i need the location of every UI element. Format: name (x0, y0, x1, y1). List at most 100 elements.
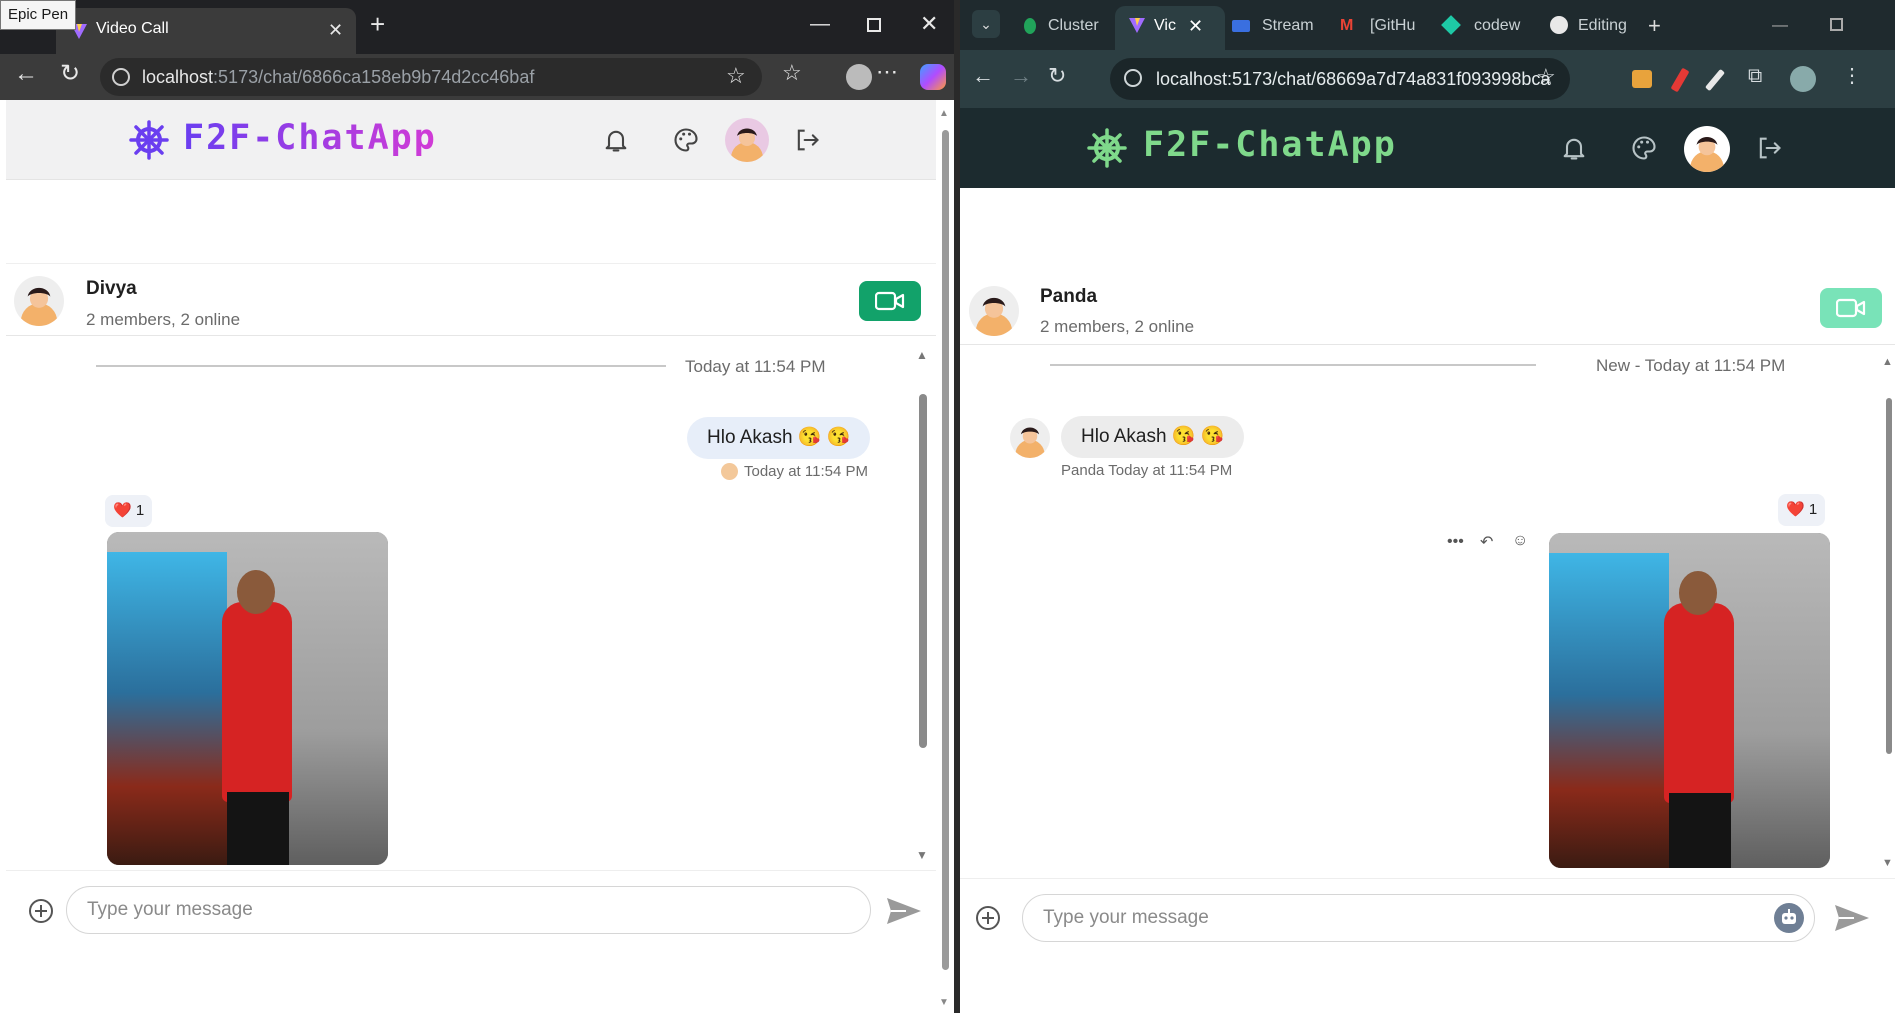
extensions-puzzle-icon[interactable]: ⧉ (1748, 66, 1762, 86)
channel-name: Divya (86, 278, 137, 299)
message-emoji-icon[interactable]: ☺ (1512, 532, 1528, 550)
favorite-star-icon[interactable]: ☆ (726, 65, 746, 87)
channel-header-border (960, 344, 1895, 345)
app-logo-text[interactable]: F2F-ChatApp (183, 118, 437, 158)
channel-name: Panda (1040, 286, 1098, 307)
bookmark-star-icon[interactable]: ☆ (1536, 66, 1556, 88)
page-scroll-down-icon[interactable]: ▼ (939, 993, 949, 1013)
extension-pen-icon[interactable] (1670, 67, 1690, 93)
page-scrollbar-thumb[interactable] (942, 130, 949, 970)
image-attachment[interactable] (107, 532, 388, 865)
message-bubble[interactable]: Hlo Akash 😘 😘 (1061, 416, 1245, 458)
msglist-scroll-up-icon[interactable]: ▲ (1882, 352, 1893, 372)
eyedropper-icon[interactable] (1704, 68, 1726, 92)
msglist-scroll-up-icon[interactable]: ▲ (916, 345, 928, 365)
window-close-icon[interactable]: ✕ (920, 13, 938, 35)
gmail-favicon-icon: M (1340, 17, 1354, 34)
input-top-border (960, 878, 1895, 879)
add-attachment-icon[interactable] (28, 898, 54, 924)
tab-github[interactable]: [GitHu (1370, 12, 1415, 40)
github-favicon-icon (1550, 16, 1568, 34)
url-host: localhost (142, 67, 214, 87)
channel-avatar[interactable] (969, 286, 1019, 336)
url-text: localhost:5173/chat/68669a7d74a831f09399… (1156, 69, 1551, 89)
reaction-count: 1 (135, 502, 145, 519)
page-scrollbar[interactable]: ▲ ▼ (936, 100, 954, 1013)
extension-folder-icon[interactable] (1632, 70, 1652, 88)
more-menu-icon[interactable]: ⋯ (876, 61, 898, 83)
address-bar[interactable]: localhost:5173/chat/68669a7d74a831f09399… (1110, 58, 1570, 100)
app-logo-text[interactable]: F2F-ChatApp (1143, 125, 1397, 165)
tab-editing[interactable]: Editing (1578, 12, 1627, 40)
photo-person-legs (227, 792, 289, 865)
photo-person-head (1679, 571, 1717, 615)
msglist-scrollbar-thumb[interactable] (1886, 398, 1892, 754)
profile-icon[interactable] (1790, 66, 1816, 92)
date-separator: Today at 11:54 PM (685, 357, 826, 376)
profile-icon[interactable] (846, 64, 872, 90)
bot-assistant-icon[interactable] (1774, 903, 1804, 933)
message-input[interactable]: Type your message (1022, 894, 1815, 942)
channel-header-top-border (6, 263, 942, 264)
image-attachment[interactable] (1549, 533, 1830, 868)
bell-icon[interactable] (602, 126, 630, 154)
tab-video-call[interactable]: Video Call ✕ (56, 8, 356, 54)
page-scroll-up-icon[interactable]: ▲ (939, 104, 949, 124)
reload-icon[interactable]: ↻ (1048, 65, 1066, 87)
message-bubble[interactable]: Hlo Akash 😘 😘 (687, 417, 871, 459)
heart-reaction[interactable]: ❤️ 1 (105, 495, 153, 527)
photo-poster (107, 552, 227, 865)
msglist-scroll-down-icon[interactable]: ▼ (916, 845, 928, 865)
channel-avatar[interactable] (14, 276, 64, 326)
new-tab-icon[interactable]: + (370, 11, 385, 37)
send-icon[interactable] (886, 896, 922, 926)
video-camera-icon (1836, 298, 1866, 318)
left-title-bar: Epic Pen Video Call ✕ + — ✕ (0, 0, 960, 54)
site-info-icon[interactable] (1124, 69, 1142, 87)
tab-video[interactable]: Vic (1154, 12, 1176, 40)
tab-close-icon[interactable]: ✕ (328, 20, 343, 40)
new-tab-icon[interactable]: + (1648, 12, 1661, 40)
message-reply-icon[interactable]: ↶ (1480, 532, 1493, 552)
palette-icon[interactable] (672, 126, 700, 154)
maximize-icon[interactable] (867, 18, 881, 32)
site-info-icon[interactable] (112, 68, 130, 86)
msglist-scrollbar-thumb[interactable] (919, 394, 927, 748)
date-separator: New - Today at 11:54 PM (1596, 356, 1786, 375)
video-call-button[interactable] (1820, 288, 1882, 328)
user-avatar[interactable] (725, 118, 769, 162)
favorites-list-icon[interactable]: ☆ (782, 62, 802, 84)
forward-icon[interactable]: → (1010, 65, 1032, 87)
minimize-icon[interactable]: — (1772, 12, 1788, 40)
back-icon[interactable]: ← (14, 62, 38, 86)
tab-search-icon[interactable]: ⌄ (972, 10, 1000, 38)
right-title-bar: ⌄ Cluster Vic ✕ Stream M [GitHu codew Ed… (960, 0, 1895, 50)
tab-codewars[interactable]: codew (1474, 12, 1520, 40)
palette-icon[interactable] (1630, 134, 1658, 162)
video-call-button[interactable] (859, 281, 921, 321)
logout-icon[interactable] (1754, 134, 1784, 162)
tab-stream[interactable]: Stream (1262, 12, 1314, 40)
photo-person (1664, 603, 1734, 803)
back-icon[interactable]: ← (972, 65, 994, 87)
msglist-scroll-down-icon[interactable]: ▼ (1882, 853, 1893, 873)
logout-icon[interactable] (792, 126, 822, 154)
copilot-icon[interactable] (920, 64, 946, 90)
left-page: F2F-ChatApp Divya 2 members, 2 online To… (6, 100, 954, 1013)
message-input[interactable]: Type your message (66, 886, 871, 934)
bell-icon[interactable] (1560, 134, 1588, 162)
reaction-emoji: ❤️ (1786, 501, 1805, 518)
reload-icon[interactable]: ↻ (60, 62, 80, 86)
message-more-icon[interactable]: ••• (1447, 533, 1464, 551)
tab-cluster[interactable]: Cluster (1048, 12, 1099, 40)
add-attachment-icon[interactable] (975, 905, 1001, 931)
more-menu-icon[interactable]: ⋮ (1842, 66, 1862, 86)
heart-reaction[interactable]: ❤️ 1 (1778, 494, 1826, 526)
address-bar[interactable]: localhost:5173/chat/6866ca158eb9b74d2cc4… (100, 58, 762, 96)
send-icon[interactable] (1834, 903, 1870, 933)
user-avatar[interactable] (1684, 126, 1730, 172)
maximize-icon[interactable] (1830, 18, 1843, 31)
tab-close-icon[interactable]: ✕ (1188, 12, 1203, 40)
video-camera-icon (875, 291, 905, 311)
minimize-icon[interactable]: — (810, 14, 830, 34)
